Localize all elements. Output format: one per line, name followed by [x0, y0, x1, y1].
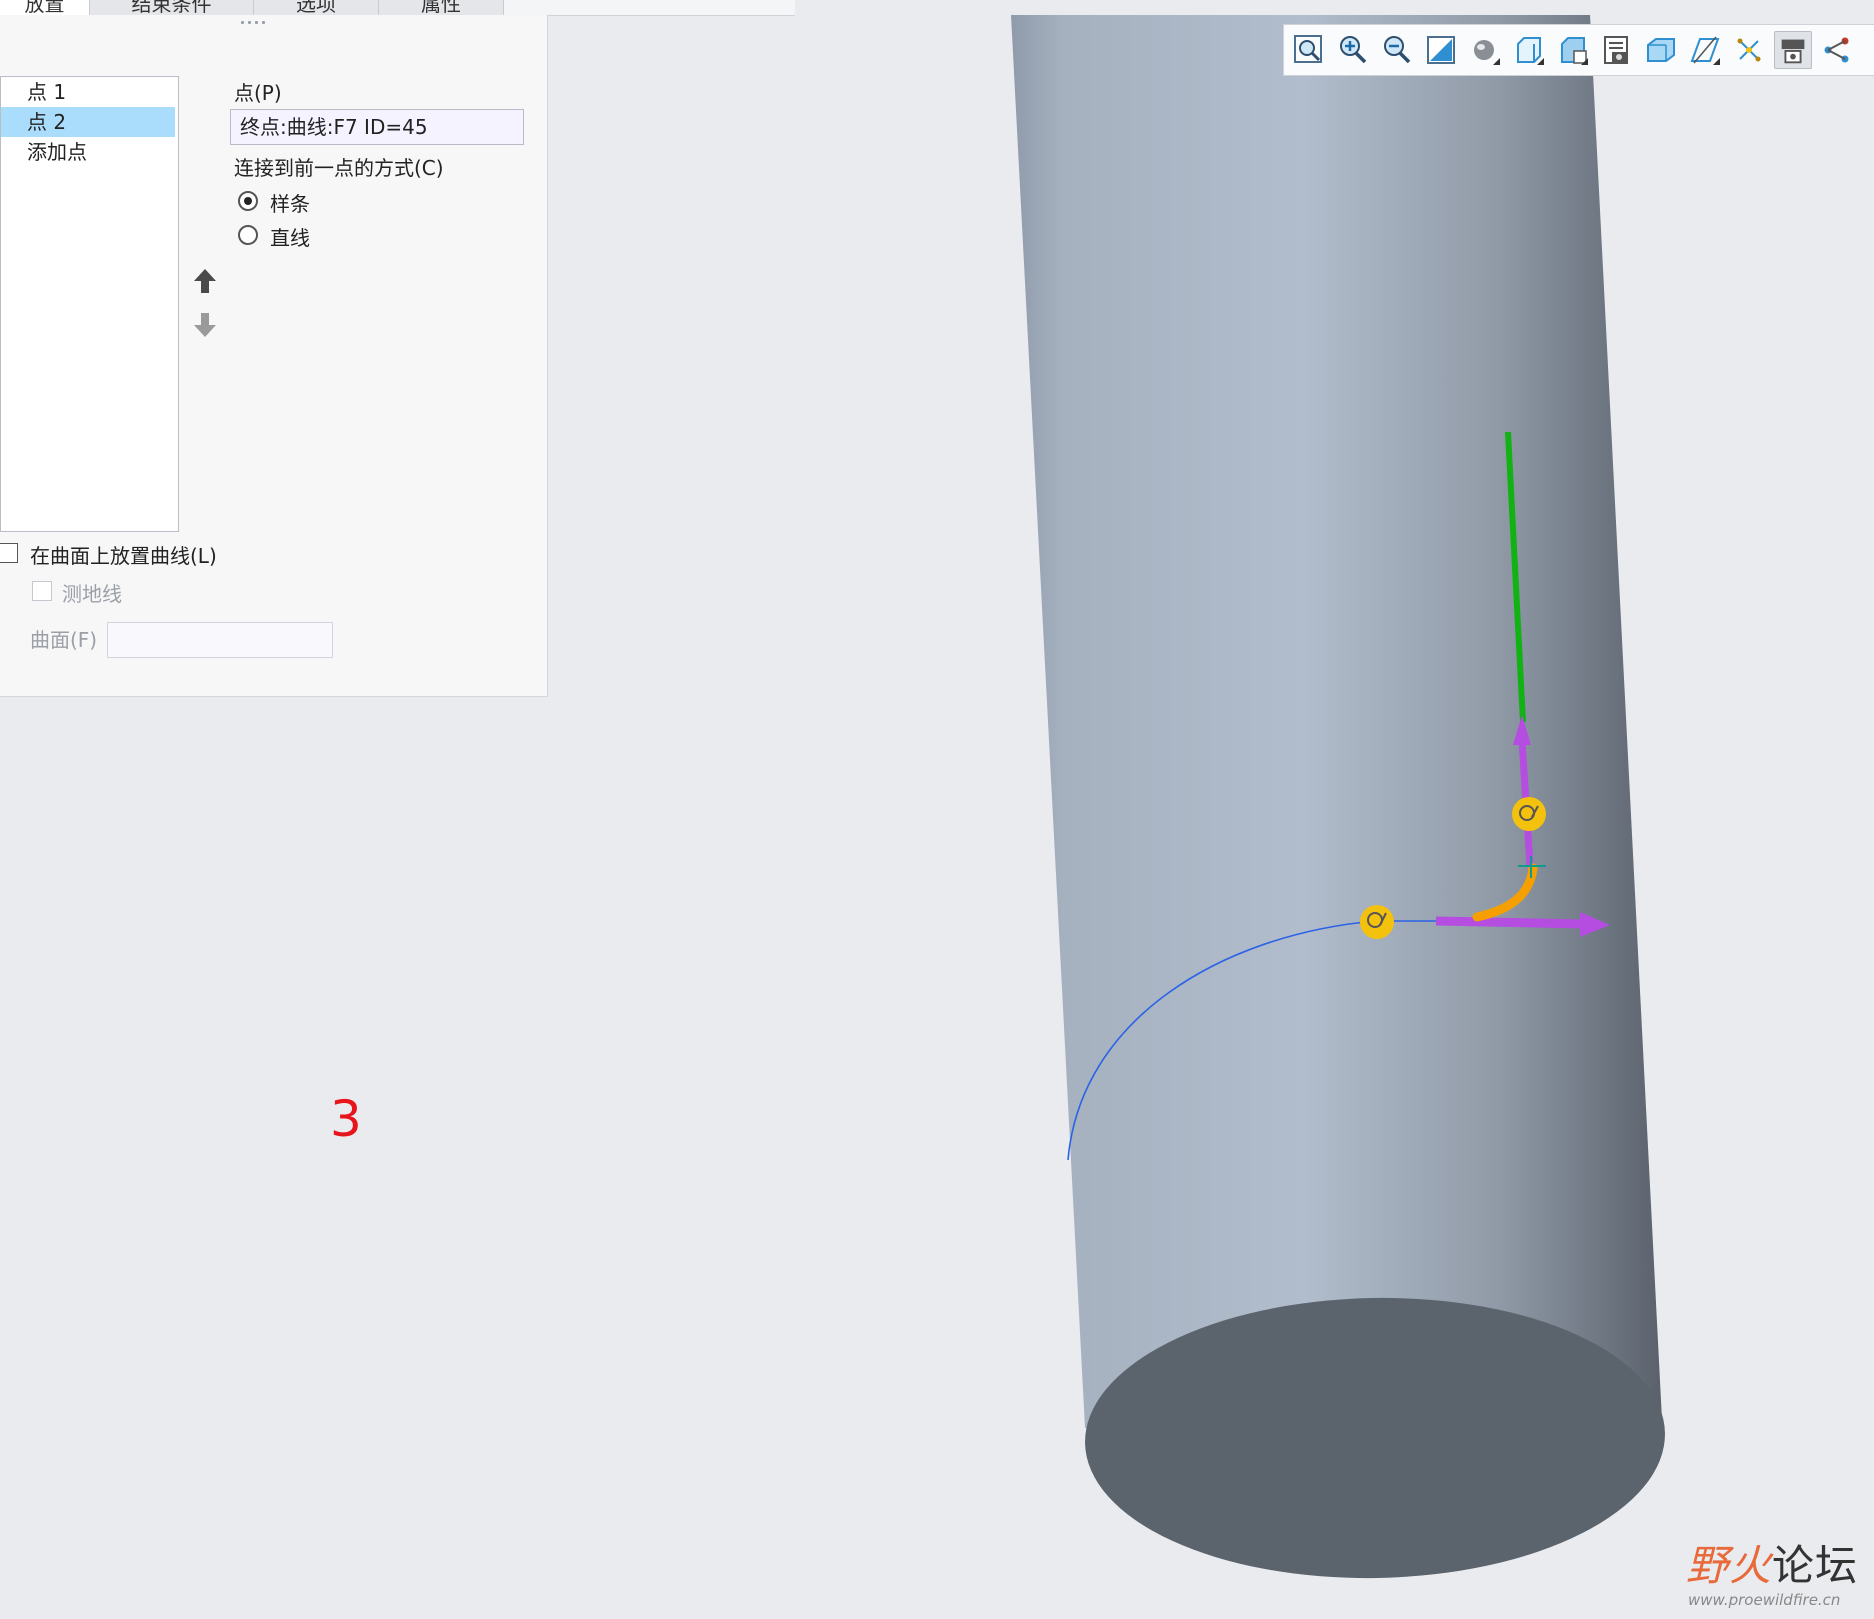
move-down-arrow-icon[interactable] [193, 311, 217, 339]
saved-orientations-icon[interactable] [1510, 31, 1548, 69]
radio-spline-label: 样条 [270, 192, 310, 216]
step-number-annotation: 3 [330, 1090, 362, 1148]
place-on-surface-label: 在曲面上放置曲线(L) [30, 544, 217, 568]
tab-properties[interactable]: 属性 [379, 0, 504, 15]
surface-field[interactable] [107, 622, 333, 658]
list-item-point-1[interactable]: 点 1 [1, 77, 175, 107]
repaint-icon[interactable] [1422, 31, 1460, 69]
spin-center-icon[interactable] [1774, 31, 1812, 69]
tab-options[interactable]: 选项 [254, 0, 379, 15]
point-list[interactable]: 点 1 点 2 添加点 [0, 76, 179, 532]
forum-watermark-url: www.proewildfire.cn [1688, 1591, 1841, 1609]
section-icon[interactable] [1642, 31, 1680, 69]
place-on-surface-checkbox[interactable] [0, 543, 18, 563]
perspective-icon[interactable] [1598, 31, 1636, 69]
list-item-point-2[interactable]: 点 2 [1, 107, 175, 137]
point-field-label: 点(P) [234, 81, 282, 105]
forum-watermark-logo: 野火论坛 [1686, 1541, 1859, 1590]
point-reference-field[interactable]: 终点:曲线:F7 ID=45 [230, 109, 524, 145]
point-marker-2[interactable] [1512, 797, 1546, 831]
panel-resize-grip[interactable] [241, 21, 273, 27]
radio-line[interactable] [238, 225, 258, 245]
move-up-arrow-icon[interactable] [193, 267, 217, 295]
list-item-add-point[interactable]: 添加点 [1, 137, 175, 167]
display-style-icon[interactable] [1466, 31, 1504, 69]
zoom-in-icon[interactable] [1334, 31, 1372, 69]
point-marker-1[interactable] [1360, 905, 1394, 939]
annotation-display-icon[interactable] [1818, 31, 1856, 69]
radio-spline[interactable] [238, 191, 258, 211]
placement-panel: 点 1 点 2 添加点 点(P) 终点:曲线:F7 ID=45 连接到前一点的方… [0, 15, 548, 697]
zoom-out-icon[interactable] [1378, 31, 1416, 69]
view-manager-icon[interactable] [1554, 31, 1592, 69]
surface-field-label: 曲面(F) [30, 628, 98, 652]
connection-label: 连接到前一点的方式(C) [234, 156, 444, 180]
tab-placement[interactable]: 放置 [0, 0, 90, 15]
graphics-toolbar [1283, 24, 1874, 76]
dashboard-tab-strip: 放置 结束条件 选项 属性 [0, 0, 795, 16]
cylinder-model[interactable] [1011, 15, 1667, 1583]
geodesic-label: 测地线 [62, 582, 122, 606]
radio-line-label: 直线 [270, 226, 310, 250]
datum-display-icon[interactable] [1730, 31, 1768, 69]
tab-end-condition[interactable]: 结束条件 [90, 0, 254, 15]
refit-icon[interactable] [1290, 31, 1328, 69]
geodesic-checkbox[interactable] [32, 581, 52, 601]
plane-display-icon[interactable] [1686, 31, 1724, 69]
